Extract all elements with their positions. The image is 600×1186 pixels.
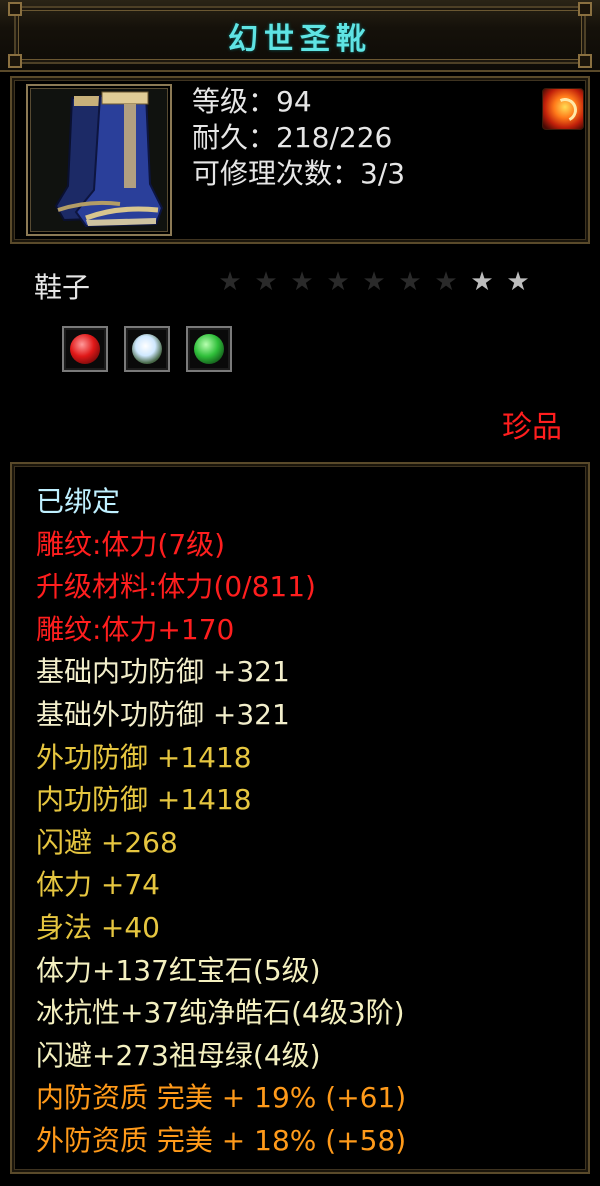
attribute-line: 闪避 +268 [36, 825, 178, 859]
attribute-line: 雕纹:体力+170 [36, 612, 235, 646]
item-durability: 耐久：218/226 [192, 121, 393, 154]
star-icon-unlit: ★ [254, 267, 278, 297]
attribute-line: 体力 +74 [36, 868, 160, 902]
attribute-line: 内防资质 完美 + 19% (+61) [36, 1081, 407, 1115]
item-type: 鞋子 [34, 271, 91, 304]
attribute-line: 雕纹:体力(7级) [36, 527, 226, 561]
star-icon-unlit: ★ [362, 267, 386, 297]
star-icon-unlit: ★ [218, 267, 242, 297]
attribute-line: 外防资质 完美 + 18% (+58) [36, 1124, 407, 1157]
attribute-line: 基础内功防御 +321 [36, 655, 290, 689]
attribute-line: 冰抗性+37纯净皓石(4级3阶) [36, 996, 405, 1030]
star-icon-unlit: ★ [326, 267, 350, 297]
diamond-gem-icon[interactable] [124, 326, 170, 372]
attribute-line: 内功防御 +1418 [36, 783, 252, 817]
star-icon-unlit: ★ [398, 267, 422, 297]
star-icon-unlit: ★ [434, 267, 458, 297]
attribute-panel: 已绑定雕纹:体力(7级) 升级材料:体力(0/811) 雕纹:体力+170 基础内功防… [10, 462, 590, 1174]
attribute-line: 已绑定 [36, 485, 121, 518]
item-title: 幻世圣靴 [228, 22, 372, 57]
star-icon-unlit: ★ [290, 267, 314, 297]
title-bar: 幻世圣靴 [0, 0, 600, 72]
attribute-line: 升级材料:体力(0/811) [36, 570, 316, 604]
ruby-gem-icon[interactable] [62, 326, 108, 372]
star-icon-lit: ★ [506, 267, 530, 297]
star-icon-lit: ★ [470, 267, 494, 297]
attribute-line: 身法 +40 [36, 911, 160, 944]
item-repair-count: 可修理次数：3/3 [192, 157, 406, 190]
attribute-line: 闪避+273祖母绿(4级) [36, 1038, 321, 1072]
boots-icon[interactable] [26, 84, 172, 236]
item-header-panel: 等级：94 耐久：218/226 可修理次数：3/3 [10, 76, 590, 244]
attribute-line: 外功防御 +1418 [36, 740, 252, 774]
quality-label: 珍品 [502, 410, 562, 445]
fire-emblem-icon [542, 88, 584, 130]
attribute-line: 体力+137红宝石(5级) [36, 953, 321, 987]
item-level: 等级：94 [192, 85, 312, 118]
attribute-line: 基础外功防御 +321 [36, 698, 290, 731]
emerald-gem-icon[interactable] [186, 326, 232, 372]
